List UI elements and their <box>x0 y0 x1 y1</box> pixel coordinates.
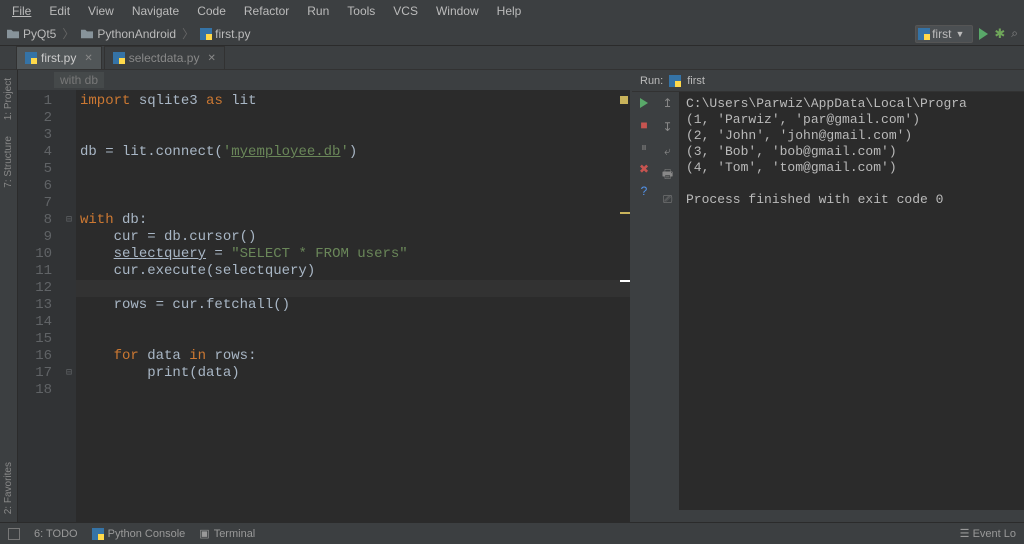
menu-help[interactable]: Help <box>489 2 530 20</box>
tab-label: selectdata.py <box>129 51 200 65</box>
exit-button[interactable]: ✖ <box>637 162 651 176</box>
menu-vcs[interactable]: VCS <box>385 2 426 20</box>
menu-file[interactable]: File <box>4 2 39 20</box>
print-icon[interactable]: 🖶 <box>661 168 675 182</box>
python-icon <box>92 528 104 540</box>
breadcrumb-label: PyQt5 <box>23 27 56 41</box>
event-log-icon: ☰ <box>960 528 970 540</box>
editor-tabs: first.py ✕ selectdata.py ✕ <box>0 46 1024 70</box>
breadcrumb-folder[interactable]: PythonAndroid <box>80 27 176 41</box>
menu-edit[interactable]: Edit <box>41 2 78 20</box>
stop-button[interactable]: ■ <box>637 118 651 132</box>
close-icon[interactable]: ✕ <box>84 53 92 64</box>
run-title: Run: <box>640 75 663 87</box>
breadcrumb-file[interactable]: first.py <box>200 27 250 41</box>
menu-code[interactable]: Code <box>189 2 234 20</box>
menu-navigate[interactable]: Navigate <box>124 2 187 20</box>
menu-view[interactable]: View <box>80 2 122 20</box>
tab-selectdata-py[interactable]: selectdata.py ✕ <box>104 46 225 69</box>
line-gutter: 123 456 789 101112 131415 161718 <box>18 90 62 522</box>
fold-column: ⊟ ⊟ <box>62 90 76 522</box>
rerun-button[interactable] <box>637 96 651 110</box>
tab-first-py[interactable]: first.py ✕ <box>16 46 102 69</box>
context-breadcrumb: with db <box>18 70 630 90</box>
fold-marker-icon[interactable]: ⊟ <box>62 212 76 229</box>
breadcrumb-sep-icon: 〉 <box>182 25 194 42</box>
run-config-label: first <box>932 27 951 41</box>
run-config-name: first <box>687 75 705 87</box>
tool-project[interactable]: 1: Project <box>3 78 14 120</box>
python-file-icon <box>200 28 212 40</box>
fold-marker-icon[interactable]: ⊟ <box>62 365 76 382</box>
run-tool-window: Run: first ■ ⏸ ✖ ? ↥ ↧ ⤶ 🖶 ⎚ C:\Users\Pa… <box>632 70 1024 522</box>
chevron-down-icon: ▼ <box>955 29 964 39</box>
run-toolbar-1: ■ ⏸ ✖ ? <box>632 92 656 510</box>
python-file-icon <box>669 75 681 87</box>
left-toolbar: 1: Project 7: Structure 2: Favorites <box>0 70 18 522</box>
toolwin-icon <box>8 528 20 540</box>
editor-pane: with db 123 456 789 101112 131415 161718… <box>18 70 632 522</box>
scroll-up-icon[interactable]: ↥ <box>661 96 675 110</box>
button-label: Python Console <box>108 528 186 540</box>
menu-tools[interactable]: Tools <box>339 2 383 20</box>
console-output[interactable]: C:\Users\Parwiz\AppData\Local\Progra (1,… <box>680 92 1024 510</box>
debug-button[interactable]: ✱ <box>994 26 1005 42</box>
python-file-icon <box>25 52 37 64</box>
breadcrumb-root[interactable]: PyQt5 <box>6 27 56 41</box>
run-header: Run: first <box>632 70 1024 92</box>
menu-bar: File Edit View Navigate Code Refactor Ru… <box>0 0 1024 22</box>
menu-run[interactable]: Run <box>299 2 337 20</box>
tool-structure[interactable]: 7: Structure <box>3 136 14 188</box>
folder-icon <box>6 28 20 40</box>
run-button[interactable] <box>979 28 988 40</box>
breadcrumb-label: first.py <box>215 27 250 41</box>
tool-favorites[interactable]: 2: Favorites <box>3 462 14 514</box>
context-scope[interactable]: with db <box>54 72 104 88</box>
folder-icon <box>80 28 94 40</box>
run-config-selector[interactable]: first ▼ <box>915 25 973 43</box>
horizontal-scrollbar[interactable] <box>632 510 1024 522</box>
todo-tool-button[interactable]: 6: TODO <box>34 528 78 540</box>
button-label: Terminal <box>214 528 256 540</box>
event-log-button[interactable]: ☰ Event Lo <box>960 527 1016 540</box>
terminal-icon: ▣ <box>199 527 209 540</box>
toolwin-button[interactable] <box>8 528 20 540</box>
menu-window[interactable]: Window <box>428 2 487 20</box>
button-label: Event Lo <box>973 528 1016 540</box>
search-icon[interactable]: ⌕ <box>1011 26 1018 41</box>
python-file-icon <box>918 28 930 40</box>
python-file-icon <box>113 52 125 64</box>
code-area[interactable]: import sqlite3 as lit db = lit.connect('… <box>76 90 630 522</box>
pause-button[interactable]: ⏸ <box>637 140 651 154</box>
breadcrumb-label: PythonAndroid <box>97 27 176 41</box>
run-toolbar-2: ↥ ↧ ⤶ 🖶 ⎚ <box>656 92 680 510</box>
status-bar: 6: TODO Python Console ▣ Terminal ☰ Even… <box>0 522 1024 544</box>
close-icon[interactable]: ✕ <box>207 53 215 64</box>
tab-label: first.py <box>41 51 76 65</box>
nav-bar: PyQt5 〉 PythonAndroid 〉 first.py first ▼… <box>0 22 1024 46</box>
help-icon[interactable]: ? <box>637 184 651 198</box>
scroll-down-icon[interactable]: ↧ <box>661 120 675 134</box>
python-console-button[interactable]: Python Console <box>92 528 186 540</box>
clear-icon[interactable]: ⎚ <box>661 192 675 206</box>
soft-wrap-icon[interactable]: ⤶ <box>661 144 675 158</box>
terminal-button[interactable]: ▣ Terminal <box>199 527 255 540</box>
code-editor[interactable]: 123 456 789 101112 131415 161718 ⊟ ⊟ imp… <box>18 90 630 522</box>
menu-refactor[interactable]: Refactor <box>236 2 297 20</box>
breadcrumb-sep-icon: 〉 <box>62 25 74 42</box>
